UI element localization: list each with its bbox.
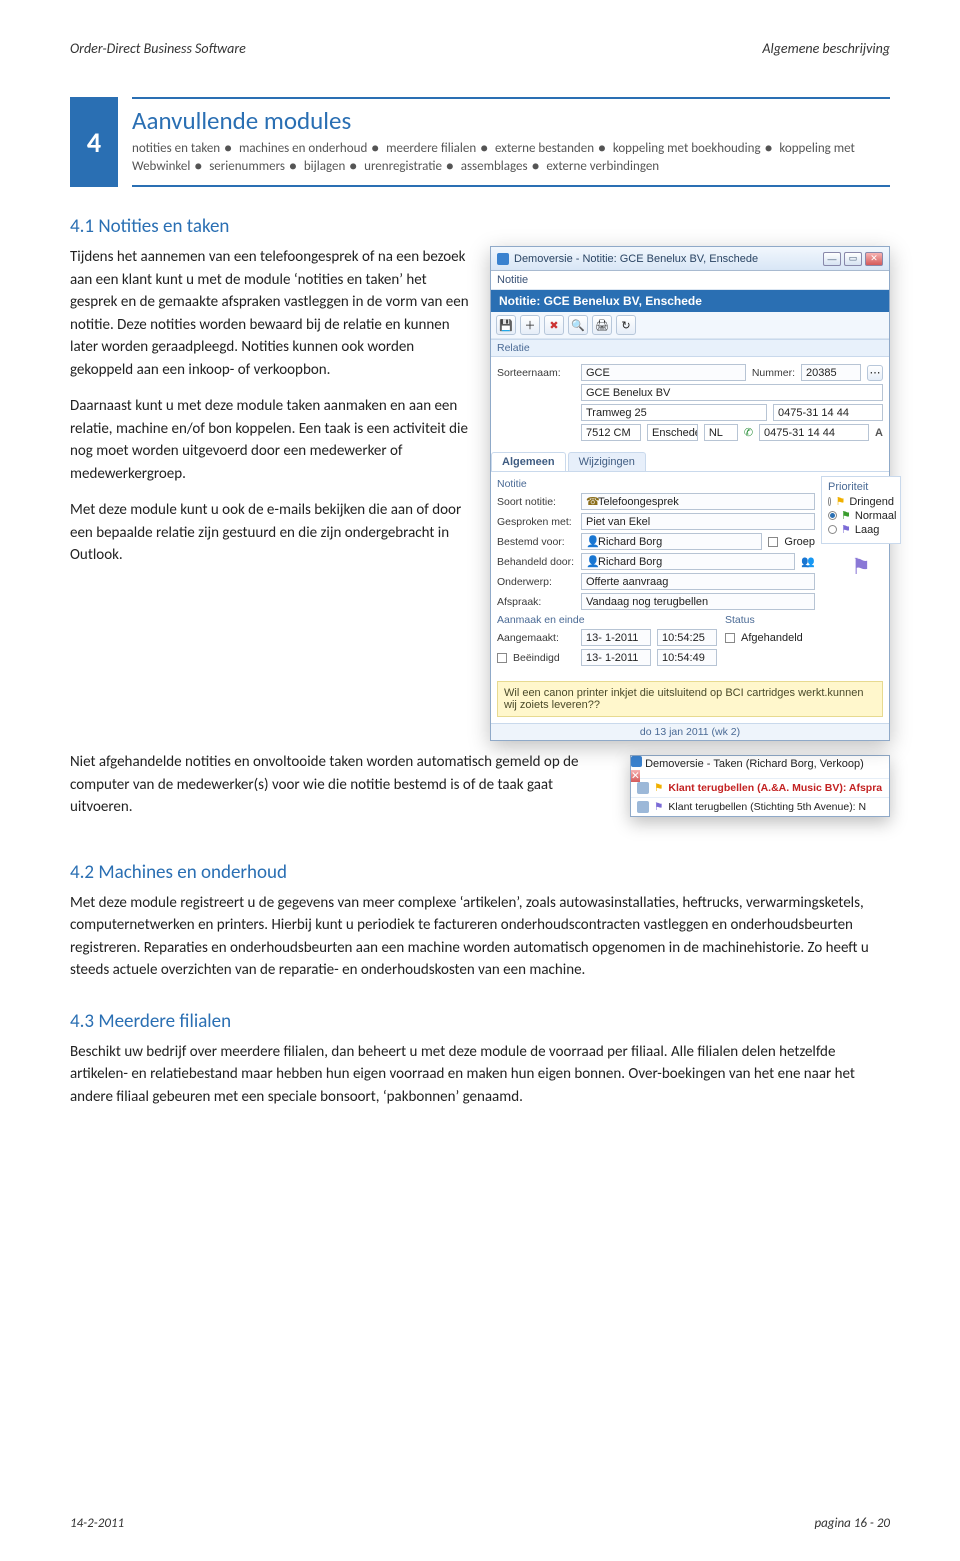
note-text[interactable]: Wil een canon printer inkjet die uitslui…	[497, 681, 883, 717]
para-1: Tijdens het aannemen van een telefoonges…	[70, 246, 472, 381]
label-prioriteit: Prioriteit	[828, 481, 894, 493]
header-left: Order-Direct Business Software	[70, 40, 246, 57]
para-3: Met deze module kunt u ook de e-mails be…	[70, 499, 472, 567]
priority-box: Prioriteit ⚑Dringend ⚑Normaal ⚑Laag	[821, 476, 901, 544]
save-icon[interactable]: 💾	[496, 315, 516, 335]
field-afspraak[interactable]: Vandaag nog terugbellen	[581, 593, 815, 610]
minimize-button[interactable]: —	[823, 252, 841, 266]
section-title: Aanvullende modules	[132, 105, 890, 136]
task-icon	[637, 782, 649, 794]
flag-large-icon: ⚑	[821, 554, 901, 580]
label-notitie: Notitie	[497, 478, 815, 490]
delete-icon[interactable]: ✖	[544, 315, 564, 335]
search-icon[interactable]: 🔍	[568, 315, 588, 335]
para-2: Daarnaast kunt u met deze module taken a…	[70, 395, 472, 485]
maximize-button[interactable]: ▭	[844, 252, 862, 266]
label-aanmaak: Aanmaak en einde	[497, 614, 717, 626]
close-button[interactable]: ✕	[865, 252, 883, 266]
footer-date: 14-2-2011	[70, 1516, 124, 1531]
flag-icon: ⚑	[654, 801, 663, 813]
field-behandelddoor[interactable]: 👤Richard Borg	[581, 553, 795, 570]
field-bestemdvoor[interactable]: 👤Richard Borg	[581, 533, 762, 550]
field-aangemaakt-time[interactable]: 10:54:25	[657, 629, 717, 646]
prio-urgent[interactable]: ⚑Dringend	[828, 495, 894, 508]
tab-wijzigingen[interactable]: Wijzigingen	[568, 452, 646, 471]
print-icon[interactable]: 🖨	[592, 315, 612, 335]
toolbar: 💾 ＋ ✖ 🔍 🖨 ↻	[491, 312, 889, 339]
group-relatie: Relatie	[491, 339, 889, 357]
field-onderwerp[interactable]: Offerte aanvraag	[581, 573, 815, 590]
footer-page: pagina 16 - 20	[814, 1516, 890, 1531]
field-phone: 0475-31 14 44	[773, 404, 883, 421]
label-status: Status	[725, 614, 815, 626]
lookup-icon[interactable]: ⋯	[867, 365, 883, 381]
flag-icon: ⚑	[654, 782, 663, 794]
field-aangemaakt-date[interactable]: 13- 1-2011	[581, 629, 651, 646]
checkbox-groep[interactable]	[768, 537, 778, 547]
titlebar[interactable]: Demoversie - Notitie: GCE Benelux BV, En…	[491, 247, 889, 271]
app-icon	[497, 253, 509, 265]
statusbar: do 13 jan 2011 (wk 2)	[491, 723, 889, 740]
blue-header: Notitie: GCE Benelux BV, Enschede	[491, 290, 889, 312]
label-soort: Soort notitie:	[497, 496, 575, 508]
field-gesprokenmet[interactable]: Piet van Ekel	[581, 513, 815, 530]
heading-4-1: 4.1 Notities en taken	[70, 215, 890, 238]
running-header: Order-Direct Business Software Algemene …	[70, 40, 890, 57]
field-sorteernaam[interactable]: GCE	[581, 364, 746, 381]
person-icon[interactable]: 👥	[801, 555, 815, 568]
menubar-notitie[interactable]: Notitie	[491, 271, 889, 290]
popup-item-2[interactable]: ⚑ Klant terugbellen (Stichting 5th Avenu…	[631, 797, 889, 816]
letter-a: A	[875, 427, 883, 439]
field-beeindigd-time[interactable]: 10:54:49	[657, 649, 717, 666]
prio-normal[interactable]: ⚑Normaal	[828, 509, 894, 522]
field-street: Tramweg 25	[581, 404, 767, 421]
tasks-popup: Demoversie - Taken (Richard Borg, Verkoo…	[630, 755, 890, 817]
popup-close-button[interactable]: ✕	[631, 770, 640, 782]
checkbox-afgehandeld[interactable]	[725, 633, 735, 643]
field-country: NL	[704, 424, 738, 441]
popup-title: Demoversie - Taken (Richard Borg, Verkoo…	[645, 758, 864, 770]
notitie-window: Demoversie - Notitie: GCE Benelux BV, En…	[490, 246, 890, 741]
section-banner: 4 Aanvullende modules notities en taken●…	[70, 97, 890, 187]
heading-4-3: 4.3 Meerdere filialen	[70, 1010, 890, 1033]
refresh-icon[interactable]: ↻	[616, 315, 636, 335]
field-phone2: 0475-31 14 44	[759, 424, 869, 441]
popup-app-icon	[631, 756, 642, 767]
section-subtitle: notities en taken● machines en onderhoud…	[132, 140, 890, 175]
label-afspraak: Afspraak:	[497, 596, 575, 608]
heading-4-2: 4.2 Machines en onderhoud	[70, 861, 890, 884]
label-onderwerp: Onderwerp:	[497, 576, 575, 588]
field-company: GCE Benelux BV	[581, 384, 883, 401]
tabs: Algemeen Wijzigingen	[491, 452, 889, 472]
tab-algemeen[interactable]: Algemeen	[491, 452, 566, 471]
label-beeindigd: Beëindigd	[513, 652, 575, 664]
window-title: Demoversie - Notitie: GCE Benelux BV, En…	[514, 253, 758, 265]
section-number: 4	[70, 97, 118, 187]
task-icon	[637, 801, 649, 813]
page-footer: 14-2-2011 pagina 16 - 20	[70, 1516, 890, 1531]
field-zip: 7512 CM	[581, 424, 641, 441]
field-beeindigd-date[interactable]: 13- 1-2011	[581, 649, 651, 666]
label-groep: Groep	[784, 536, 815, 548]
label-aangemaakt: Aangemaakt:	[497, 632, 575, 644]
label-nummer: Nummer:	[752, 367, 795, 379]
popup-titlebar[interactable]: Demoversie - Taken (Richard Borg, Verkoo…	[631, 756, 889, 778]
new-icon[interactable]: ＋	[520, 315, 540, 335]
phone-icon[interactable]: ✆	[744, 426, 753, 439]
para-6: Beschikt uw bedrijf over meerdere filial…	[70, 1041, 890, 1109]
field-soort[interactable]: ☎Telefoongesprek	[581, 493, 815, 510]
label-behandelddoor: Behandeld door:	[497, 556, 575, 568]
header-right: Algemene beschrijving	[762, 40, 890, 57]
field-nummer[interactable]: 20385	[801, 364, 861, 381]
checkbox-beeindigd[interactable]	[497, 653, 507, 663]
label-bestemdvoor: Bestemd voor:	[497, 536, 575, 548]
para-5: Met deze module registreert u de gegeven…	[70, 892, 890, 982]
label-afgehandeld: Afgehandeld	[741, 632, 803, 644]
label-sorteernaam: Sorteernaam:	[497, 367, 575, 379]
label-gesprokenmet: Gesproken met:	[497, 516, 575, 528]
prio-low[interactable]: ⚑Laag	[828, 523, 894, 536]
popup-item-1[interactable]: ⚑ Klant terugbellen (A.&A. Music BV): Af…	[631, 778, 889, 797]
field-city: Enschede	[647, 424, 698, 441]
